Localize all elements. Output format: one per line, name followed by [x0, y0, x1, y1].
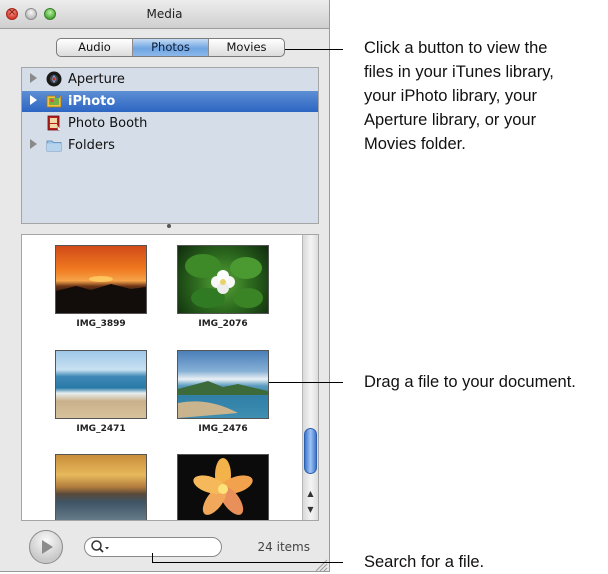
media-window: × Media Audio Photos Movies Aperture iPh…	[0, 0, 330, 572]
photo-thumbnail[interactable]	[55, 454, 147, 520]
photo-name: IMG_2476	[198, 424, 248, 434]
search-icon[interactable]	[90, 539, 112, 555]
scrollbar-cap	[304, 235, 317, 247]
disclosure-triangle-icon[interactable]	[30, 95, 37, 105]
vertical-scrollbar[interactable]: ▲ ▼	[302, 235, 318, 520]
pane-splitter[interactable]	[21, 224, 319, 234]
coastline-image	[178, 381, 268, 418]
aperture-icon	[46, 71, 62, 87]
source-list: Aperture iPhoto Photo Booth Folders	[21, 67, 319, 224]
photo-name: IMG_3899	[76, 319, 126, 329]
callout-line-buttons	[285, 49, 343, 50]
callout-line: files in your iTunes library,	[364, 63, 554, 81]
disclosure-triangle-icon[interactable]	[30, 139, 37, 149]
title-bar[interactable]: × Media	[0, 0, 329, 29]
photo-booth-icon	[47, 115, 61, 131]
scrollbar-knob[interactable]	[304, 428, 317, 474]
tab-photos[interactable]: Photos	[133, 39, 209, 56]
callout-search: Search for a file.	[364, 553, 485, 571]
photo-browser: IMG_3899 IMG_2076 IMG_2471 IMG_2476 ▲ ▼	[21, 234, 319, 521]
play-icon	[42, 540, 53, 554]
tab-movies[interactable]: Movies	[209, 39, 284, 56]
scroll-up-arrow-icon[interactable]: ▲	[304, 487, 317, 501]
source-item-label: Aperture	[68, 72, 125, 87]
disclosure-triangle-icon[interactable]	[30, 73, 37, 83]
splitter-handle-icon[interactable]	[167, 224, 171, 228]
flower-image	[185, 254, 263, 308]
search-field[interactable]	[84, 537, 222, 557]
source-item-aperture[interactable]: Aperture	[22, 69, 318, 90]
folder-icon	[46, 140, 62, 152]
callout-buttons: Click a button to view the files in your…	[364, 36, 554, 156]
callout-line-search-vertical	[152, 553, 153, 562]
sunset-silhouette	[56, 276, 146, 313]
callout-line-search	[152, 562, 343, 563]
photo-thumbnail[interactable]	[177, 454, 269, 520]
source-item-iphoto[interactable]: iPhoto	[22, 91, 318, 112]
source-item-label: iPhoto	[68, 94, 116, 109]
item-count: 24 items	[257, 540, 310, 554]
source-item-folders[interactable]: Folders	[22, 135, 318, 156]
callout-line-drag	[269, 382, 343, 383]
plumeria-image	[193, 458, 253, 515]
source-item-label: Folders	[68, 138, 115, 153]
media-type-segmented-control: Audio Photos Movies	[56, 38, 285, 57]
callout-line: Movies folder.	[364, 135, 466, 153]
photo-thumbnail[interactable]	[55, 350, 147, 419]
photo-thumbnail[interactable]	[177, 245, 269, 314]
callout-line: your iPhoto library, your	[364, 87, 538, 105]
photo-thumbnail[interactable]	[177, 350, 269, 419]
window-title: Media	[146, 7, 183, 21]
source-item-label: Photo Booth	[68, 116, 148, 131]
play-button[interactable]	[29, 530, 63, 564]
iphoto-icon	[46, 94, 62, 108]
callout-drag: Drag a file to your document.	[364, 373, 576, 391]
source-item-photo-booth[interactable]: Photo Booth	[22, 113, 318, 134]
photo-name: IMG_2076	[198, 319, 248, 329]
scroll-down-arrow-icon[interactable]: ▼	[304, 503, 317, 517]
resize-grip-icon[interactable]	[314, 558, 328, 572]
callout-line: Click a button to view the	[364, 39, 548, 57]
photo-name: IMG_2471	[76, 424, 126, 434]
tab-audio[interactable]: Audio	[57, 39, 133, 56]
callout-line: Aperture library, or your	[364, 111, 537, 129]
photo-thumbnail[interactable]	[55, 245, 147, 314]
